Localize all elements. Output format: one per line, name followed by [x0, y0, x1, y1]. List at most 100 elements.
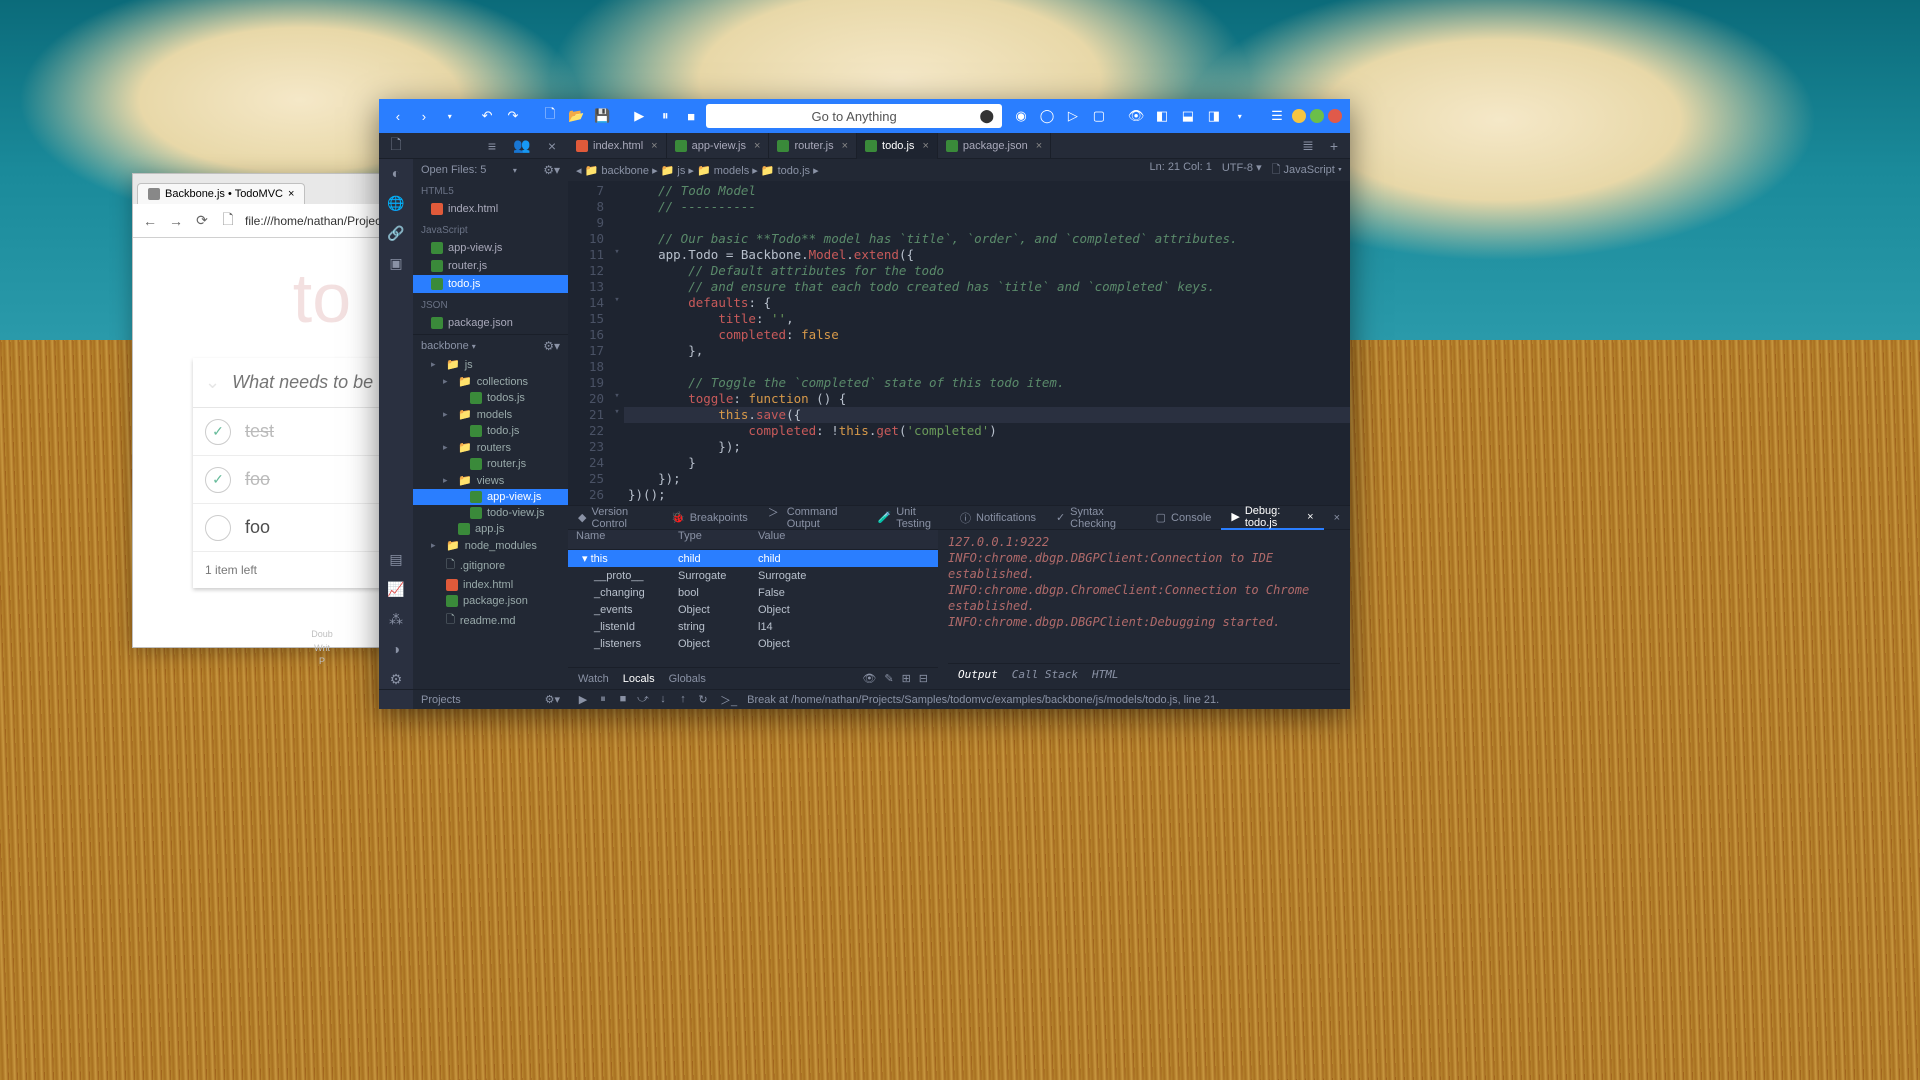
dropdown-icon[interactable]: ▾ [1229, 104, 1251, 128]
var-tab[interactable]: Locals [623, 673, 655, 685]
close-icon[interactable]: × [842, 140, 848, 152]
remove-icon[interactable]: ⊟ [919, 672, 928, 685]
undo-button[interactable]: ↶ [476, 104, 498, 128]
close-icon[interactable]: × [922, 140, 928, 152]
back-button[interactable]: ‹ [387, 104, 409, 128]
panel-tab[interactable]: ▶Debug: todo.js× [1221, 506, 1323, 530]
view-icon[interactable]: 👁 [1125, 104, 1147, 128]
var-tab[interactable]: Watch [578, 673, 609, 685]
variable-row[interactable]: _eventsObjectObject [568, 601, 938, 618]
redo-button[interactable]: ↷ [502, 104, 524, 128]
stop-button[interactable]: ■ [616, 693, 630, 706]
chevron-down-icon[interactable]: ▾ [513, 166, 517, 175]
database-icon[interactable]: ≡ [482, 136, 502, 156]
komodo-icon[interactable]: ◐ [386, 163, 406, 183]
record-icon[interactable]: ◉ [1010, 104, 1032, 128]
close-icon[interactable]: × [288, 188, 294, 200]
list-icon[interactable]: ≣ [1298, 136, 1318, 156]
tree-file[interactable]: 🗋readme.md [413, 609, 568, 632]
continue-button[interactable]: ▶ [576, 693, 590, 706]
fold-icon[interactable]: ▸ [443, 442, 453, 453]
settings-icon[interactable]: ⚙ [386, 669, 406, 689]
panel-bottom-icon[interactable]: ⬓ [1177, 104, 1199, 128]
play-macro-icon[interactable]: ▷ [1062, 104, 1084, 128]
encoding[interactable]: UTF-8 ▾ [1222, 161, 1262, 180]
step-over-button[interactable]: ⤻ [636, 693, 650, 706]
panel-right-icon[interactable]: ◨ [1203, 104, 1225, 128]
save-button[interactable]: 💾 [591, 104, 613, 128]
stop-record-icon[interactable]: ◯ [1036, 104, 1058, 128]
fold-icon[interactable]: ▸ [443, 409, 453, 420]
panel-tab[interactable]: ⓘNotifications [950, 506, 1046, 530]
back-icon[interactable]: ← [141, 212, 159, 230]
restart-button[interactable]: ↻ [696, 693, 710, 706]
panel-tab[interactable]: ▢Console [1146, 506, 1222, 530]
save-macro-icon[interactable]: ▢ [1088, 104, 1110, 128]
add-icon[interactable]: + [1324, 136, 1344, 156]
tree-file[interactable]: package.json [413, 593, 568, 609]
variable-row[interactable]: _changingboolFalse [568, 584, 938, 601]
panel-tab[interactable]: 🧪Unit Testing [867, 506, 950, 530]
file-icon[interactable]: 🗋 [386, 136, 406, 156]
close-icon[interactable]: × [542, 136, 562, 156]
close-button[interactable] [1328, 109, 1342, 123]
editor-tab[interactable]: app-view.js× [667, 133, 770, 159]
gear-icon[interactable]: ⚙▾ [543, 339, 560, 353]
close-icon[interactable]: × [1036, 140, 1042, 152]
tree-folder[interactable]: ▸📁collections [413, 373, 568, 390]
tree-file[interactable]: todos.js [413, 390, 568, 406]
variable-row[interactable]: _listenersObjectObject [568, 635, 938, 652]
open-file-item[interactable]: index.html [413, 200, 568, 218]
tree-folder[interactable]: ▸📁routers [413, 439, 568, 456]
eye-icon[interactable]: 👁 [862, 672, 876, 685]
editor-tab[interactable]: package.json× [938, 133, 1051, 159]
terminal-icon[interactable]: ▤ [386, 549, 406, 569]
fold-icon[interactable]: ▸ [431, 540, 441, 551]
add-icon[interactable]: ⊞ [902, 672, 911, 685]
panel-tab[interactable]: ✓Syntax Checking [1046, 506, 1146, 530]
editor-tab[interactable]: router.js× [769, 133, 857, 159]
open-file-item[interactable]: router.js [413, 257, 568, 275]
pause-button[interactable]: ⏸ [596, 693, 610, 706]
tree-folder[interactable]: ▸📁models [413, 406, 568, 423]
language-mode[interactable]: 🗋 JavaScript ▾ [1272, 161, 1342, 180]
tree-file[interactable]: index.html [413, 577, 568, 593]
checkbox[interactable]: ✓ [205, 467, 231, 493]
tree-file[interactable]: todo.js [413, 423, 568, 439]
variable-row[interactable]: ▾ thischildchild [568, 550, 938, 567]
variable-row[interactable]: _listenIdstringl14 [568, 618, 938, 635]
link-icon[interactable]: 🔗 [386, 223, 406, 243]
dropdown-icon[interactable]: ▾ [439, 104, 461, 128]
console-tab[interactable]: HTML [1092, 668, 1119, 681]
regex-icon[interactable]: ⁂ [386, 609, 406, 629]
open-file-item[interactable]: package.json [413, 314, 568, 332]
fold-icon[interactable]: ▸ [443, 376, 453, 387]
forward-button[interactable]: › [413, 104, 435, 128]
project-header[interactable]: backbone ▾ ⚙▾ [413, 334, 568, 356]
stop-button[interactable]: ■ [680, 104, 702, 128]
checkbox[interactable] [205, 515, 231, 541]
edit-icon[interactable]: ✎ [884, 672, 893, 685]
minimize-button[interactable] [1292, 109, 1306, 123]
projects-footer[interactable]: Projects ⚙▾ [413, 689, 568, 709]
close-panel-icon[interactable]: × [1324, 512, 1350, 524]
frame-icon[interactable]: ▣ [386, 253, 406, 273]
step-into-button[interactable]: ↓ [656, 693, 670, 706]
new-file-button[interactable]: 🗋 [539, 104, 561, 128]
tree-folder[interactable]: ▸📁js [413, 356, 568, 373]
code-editor[interactable]: 789101112131415161718192021222324252627 … [568, 181, 1350, 505]
color-icon[interactable]: ◑ [386, 639, 406, 659]
panel-tab[interactable]: 🐞Breakpoints [661, 506, 758, 530]
tree-file[interactable]: router.js [413, 456, 568, 472]
pause-button[interactable]: ⏸ [654, 104, 676, 128]
close-icon[interactable]: × [651, 140, 657, 152]
panel-tab[interactable]: ＞_Command Output [758, 506, 868, 530]
open-file-button[interactable]: 📂 [565, 104, 587, 128]
chevron-down-icon[interactable]: ⌄ [205, 372, 220, 393]
console-tab[interactable]: Call Stack [1012, 668, 1078, 681]
browser-tab[interactable]: Backbone.js • TodoMVC × [137, 183, 305, 204]
tree-folder[interactable]: ▸📁views [413, 472, 568, 489]
menu-icon[interactable]: ☰ [1266, 104, 1288, 128]
fold-icon[interactable]: ▸ [443, 475, 453, 486]
fold-icon[interactable]: ▸ [431, 359, 441, 370]
